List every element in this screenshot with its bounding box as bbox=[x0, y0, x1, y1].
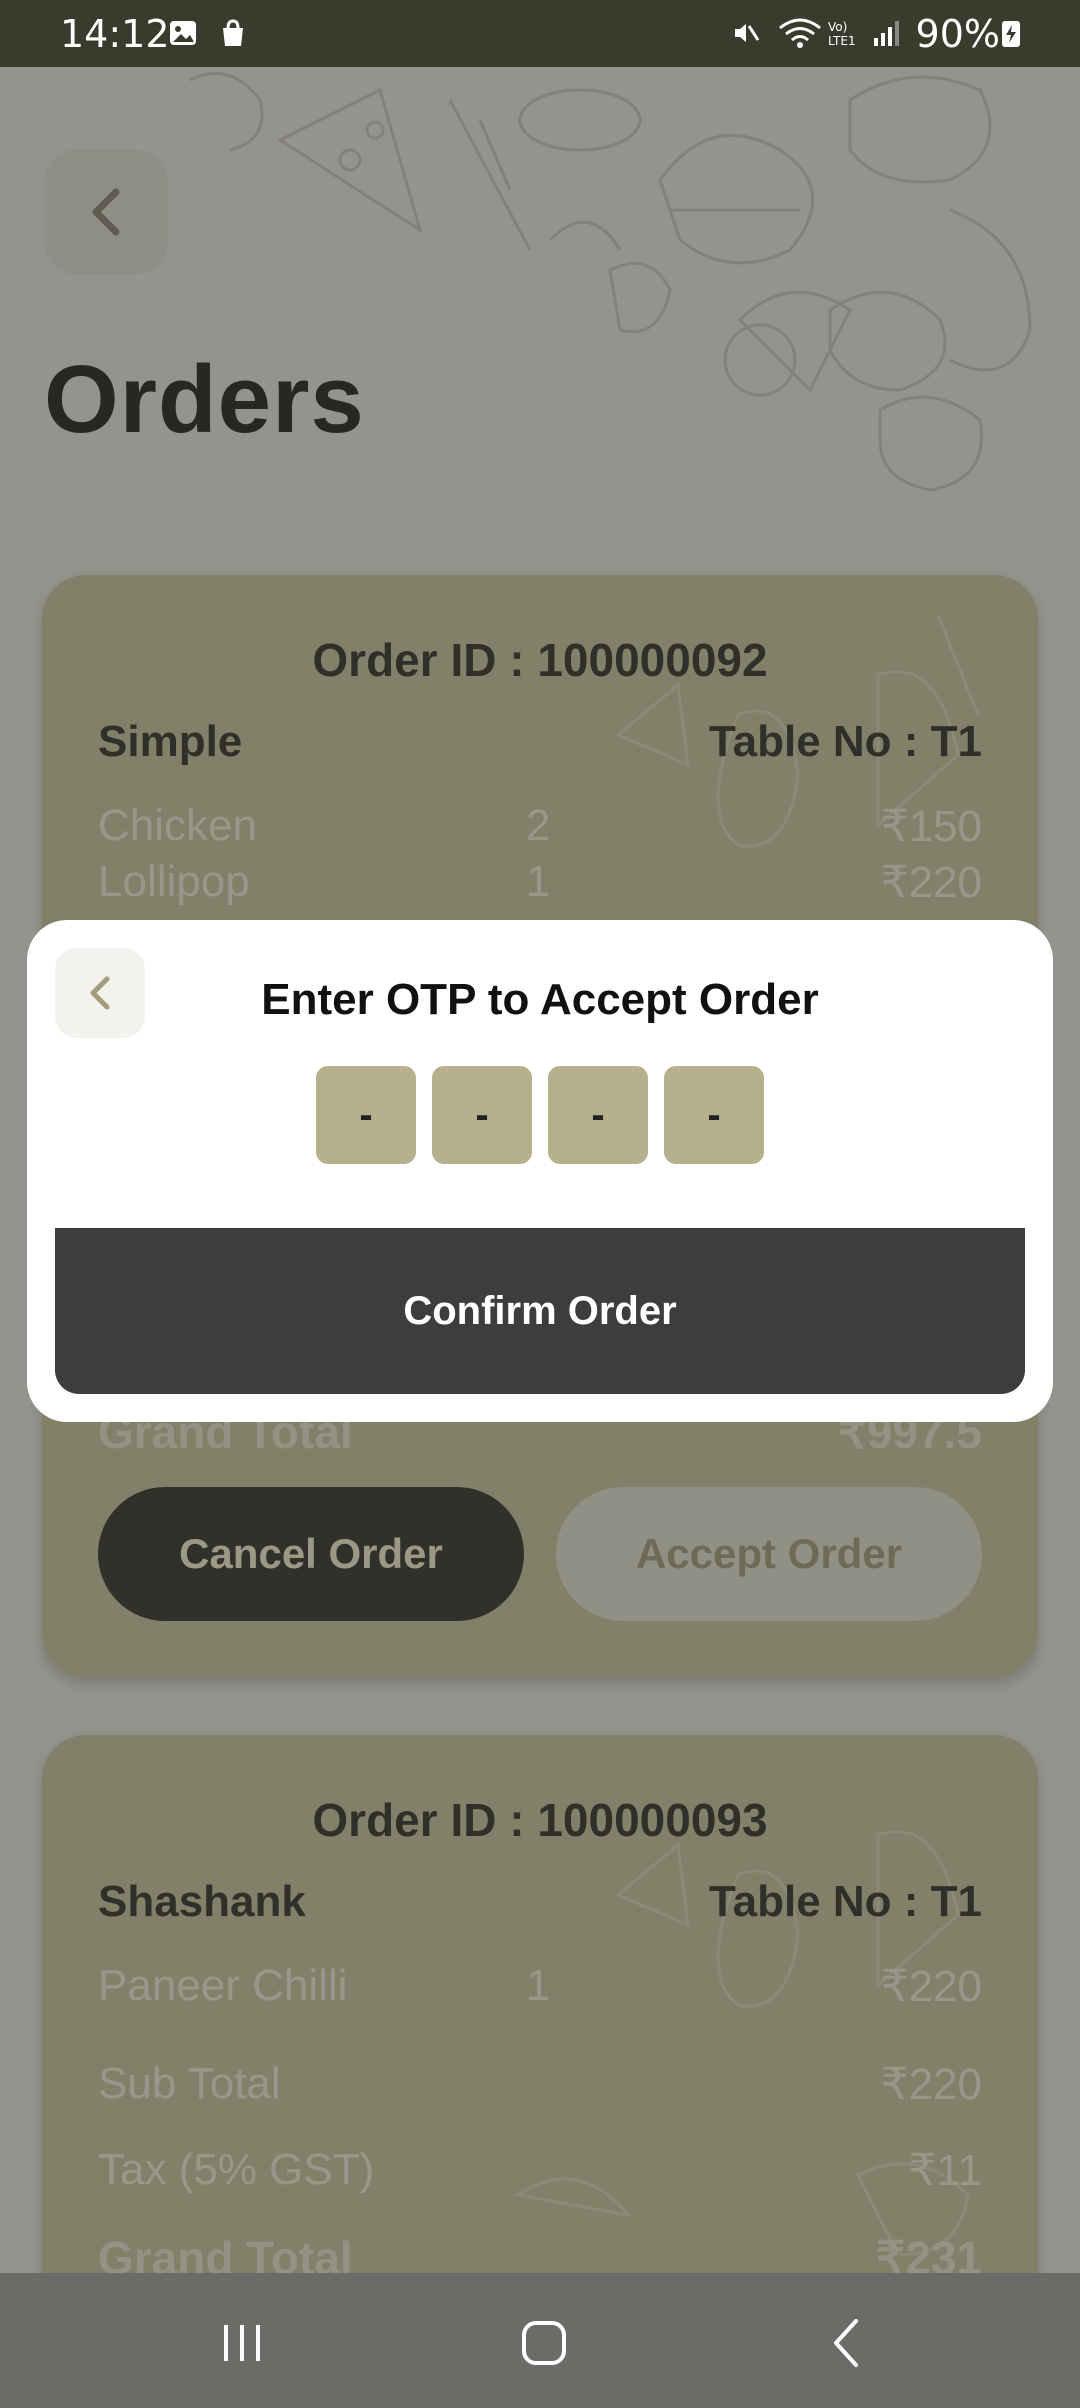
otp-input-group: - - - - bbox=[316, 1066, 764, 1164]
confirm-order-button[interactable]: Confirm Order bbox=[55, 1228, 1025, 1394]
otp-dialog: Enter OTP to Accept Order - - - - Confir… bbox=[27, 920, 1053, 1422]
recent-apps-icon[interactable] bbox=[212, 2313, 272, 2373]
signal-icon bbox=[874, 21, 899, 46]
battery-level: 90% bbox=[915, 12, 1000, 56]
status-bar: 14:12 Vo) LTE1 90% bbox=[0, 0, 1080, 67]
otp-digit-4[interactable]: - bbox=[664, 1066, 764, 1164]
shopping-bag-icon bbox=[223, 19, 243, 46]
orders-screen: 14:12 Vo) LTE1 90% Enter OTP to Accept O… bbox=[0, 0, 1080, 2408]
svg-text:Vo): Vo) bbox=[828, 20, 847, 34]
gallery-icon bbox=[170, 21, 196, 45]
svg-text:LTE1: LTE1 bbox=[828, 34, 856, 48]
otp-digit-2[interactable]: - bbox=[432, 1066, 532, 1164]
mute-icon bbox=[735, 24, 760, 42]
home-icon[interactable] bbox=[514, 2313, 574, 2373]
otp-digit-3[interactable]: - bbox=[548, 1066, 648, 1164]
back-nav-icon[interactable] bbox=[818, 2313, 878, 2373]
navigation-bar bbox=[0, 2273, 1080, 2408]
status-time: 14:12 bbox=[60, 12, 170, 56]
wifi-icon bbox=[779, 18, 821, 48]
battery-charging-icon bbox=[1002, 21, 1020, 47]
lte-icon: Vo) LTE1 bbox=[828, 20, 856, 48]
dialog-title: Enter OTP to Accept Order bbox=[261, 975, 819, 1024]
otp-digit-1[interactable]: - bbox=[316, 1066, 416, 1164]
